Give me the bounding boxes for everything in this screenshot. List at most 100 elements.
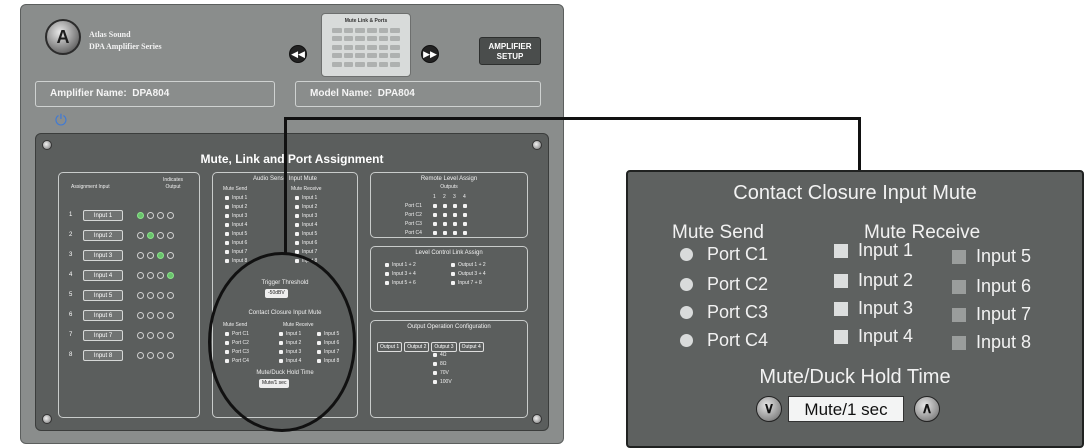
- port-radio-item[interactable]: Port C4: [680, 330, 768, 351]
- checkbox-icon[interactable]: [463, 230, 467, 235]
- row-number: 7: [69, 332, 73, 338]
- radio-icon: [433, 361, 437, 366]
- audio-receive-item[interactable]: Input 3: [295, 212, 317, 221]
- input-checkbox-item[interactable]: Input 5: [952, 246, 1031, 267]
- input-checkbox-item[interactable]: Input 7: [952, 304, 1031, 325]
- audio-send-item-label: Input 7: [232, 249, 248, 255]
- next-page-button[interactable]: ▶▶: [421, 45, 439, 63]
- contact-closure-title: Contact Closure Input Mute: [733, 182, 977, 204]
- input-label: Input 5: [976, 246, 1032, 266]
- mute-link-ports-thumbnail[interactable]: Mute Link & Ports: [321, 13, 411, 77]
- hold-time-increase-button[interactable]: ∧: [914, 396, 940, 422]
- audio-receive-item[interactable]: Input 5: [295, 230, 317, 239]
- checkbox-icon: [295, 213, 299, 218]
- input-assign-button[interactable]: Input 6: [83, 309, 123, 321]
- checkbox-icon[interactable]: [453, 221, 457, 226]
- port-radio-item[interactable]: Port C1: [680, 244, 768, 265]
- input-checkbox-item[interactable]: Input 8: [952, 332, 1031, 353]
- input-checkbox-item[interactable]: Input 3: [834, 298, 913, 319]
- checkbox-icon[interactable]: [443, 230, 447, 235]
- assignment-input-section: Assignment Input Indicates Output 1 Input…: [58, 172, 200, 418]
- output-led-icon: [157, 251, 164, 259]
- output-led-icon: [137, 251, 144, 259]
- checkbox-icon[interactable]: [433, 230, 437, 235]
- level-link-item[interactable]: Input 1 + 2: [385, 261, 451, 270]
- output-config-button[interactable]: Output 4: [458, 342, 484, 352]
- output-led-icon: [137, 231, 144, 239]
- audio-receive-item[interactable]: Input 1: [295, 194, 317, 203]
- screw-icon: [42, 414, 52, 424]
- input-assign-button[interactable]: Input 4: [83, 269, 123, 281]
- screw-icon: [532, 414, 542, 424]
- checkbox-icon[interactable]: [433, 212, 437, 217]
- checkbox-icon[interactable]: [443, 203, 447, 208]
- input-assign-button[interactable]: Input 5: [83, 289, 123, 301]
- output-led-icon: [147, 271, 154, 279]
- output-mode-item[interactable]: 70V: [433, 369, 452, 378]
- checkbox-icon[interactable]: [463, 212, 467, 217]
- input-assign-button[interactable]: Input 1: [83, 209, 123, 221]
- radio-icon: [433, 370, 437, 375]
- output-config-button[interactable]: Output 1: [377, 342, 403, 352]
- amplifier-name-field[interactable]: Amplifier Name: DPA804: [35, 81, 275, 107]
- port-label: Port C4: [707, 330, 769, 350]
- checkbox-icon[interactable]: [463, 221, 467, 226]
- port-radio-item[interactable]: Port C3: [680, 302, 768, 323]
- level-link-item[interactable]: Output 3 + 4: [451, 270, 517, 279]
- audio-send-item[interactable]: Input 6: [225, 239, 247, 248]
- input-assign-button[interactable]: Input 3: [83, 249, 123, 261]
- input-checkbox-item[interactable]: Input 6: [952, 276, 1031, 297]
- prev-page-button[interactable]: ◀◀: [289, 45, 307, 63]
- power-icon[interactable]: ⏻: [55, 113, 71, 129]
- audio-send-item[interactable]: Input 2: [225, 203, 247, 212]
- checkbox-icon[interactable]: [453, 230, 457, 235]
- audio-send-item[interactable]: Input 4: [225, 221, 247, 230]
- hold-time-value: Mute/1 sec: [788, 396, 904, 422]
- input-assign-button[interactable]: Input 8: [83, 349, 123, 361]
- checkbox-icon[interactable]: [463, 203, 467, 208]
- remote-level-outputs-label: Outputs: [440, 184, 458, 190]
- port-radio-item[interactable]: Port C2: [680, 274, 768, 295]
- output-mode-label: 100V: [440, 379, 452, 385]
- level-link-item[interactable]: Input 5 + 6: [385, 279, 451, 288]
- output-mode-item[interactable]: 4Ω: [433, 351, 452, 360]
- output-mode-item[interactable]: 8Ω: [433, 360, 452, 369]
- input-assign-button[interactable]: Input 2: [83, 229, 123, 241]
- output-mode-item[interactable]: 100V: [433, 378, 452, 387]
- audio-send-item[interactable]: Input 7: [225, 248, 247, 257]
- level-link-item[interactable]: Input 3 + 4: [385, 270, 451, 279]
- audio-send-item[interactable]: Input 5: [225, 230, 247, 239]
- audio-receive-item-label: Input 6: [302, 240, 318, 246]
- audio-receive-item[interactable]: Input 2: [295, 203, 317, 212]
- checkbox-icon[interactable]: [433, 203, 437, 208]
- audio-receive-item[interactable]: Input 6: [295, 239, 317, 248]
- input-assign-button[interactable]: Input 7: [83, 329, 123, 341]
- checkbox-icon[interactable]: [443, 221, 447, 226]
- level-link-label: Input 7 + 8: [458, 280, 482, 286]
- audio-send-item[interactable]: Input 3: [225, 212, 247, 221]
- output-led-icon: [137, 351, 144, 359]
- checkbox-icon[interactable]: [443, 212, 447, 217]
- row-number: 4: [69, 272, 73, 278]
- level-link-item[interactable]: Input 7 + 8: [451, 279, 517, 288]
- level-link-item[interactable]: Output 1 + 2: [451, 261, 517, 270]
- input-checkbox-item[interactable]: Input 2: [834, 270, 913, 291]
- hold-time-decrease-button[interactable]: ∨: [756, 396, 782, 422]
- input-checkbox-item[interactable]: Input 4: [834, 326, 913, 347]
- audio-send-item[interactable]: Input 1: [225, 194, 247, 203]
- brand-text: Atlas Sound DPA Amplifier Series: [89, 29, 162, 53]
- checkbox-icon[interactable]: [433, 221, 437, 226]
- checkbox-icon[interactable]: [453, 212, 457, 217]
- chevron-up-icon: ∧: [921, 400, 933, 417]
- output-config-button[interactable]: Output 2: [404, 342, 430, 352]
- amplifier-setup-button[interactable]: AMPLIFIER SETUP: [479, 37, 541, 65]
- indicates-output-header: Indicates Output: [162, 177, 183, 190]
- input-checkbox-item[interactable]: Input 1: [834, 240, 913, 261]
- assignment-row: 2 Input 2: [59, 225, 199, 245]
- checkbox-icon[interactable]: [453, 203, 457, 208]
- matrix-grid: [332, 28, 400, 68]
- audio-receive-item[interactable]: Input 4: [295, 221, 317, 230]
- output-config-title: Output Operation Configuration: [407, 324, 491, 330]
- output-led-icon: [157, 351, 164, 359]
- output-led-icon: [157, 231, 164, 239]
